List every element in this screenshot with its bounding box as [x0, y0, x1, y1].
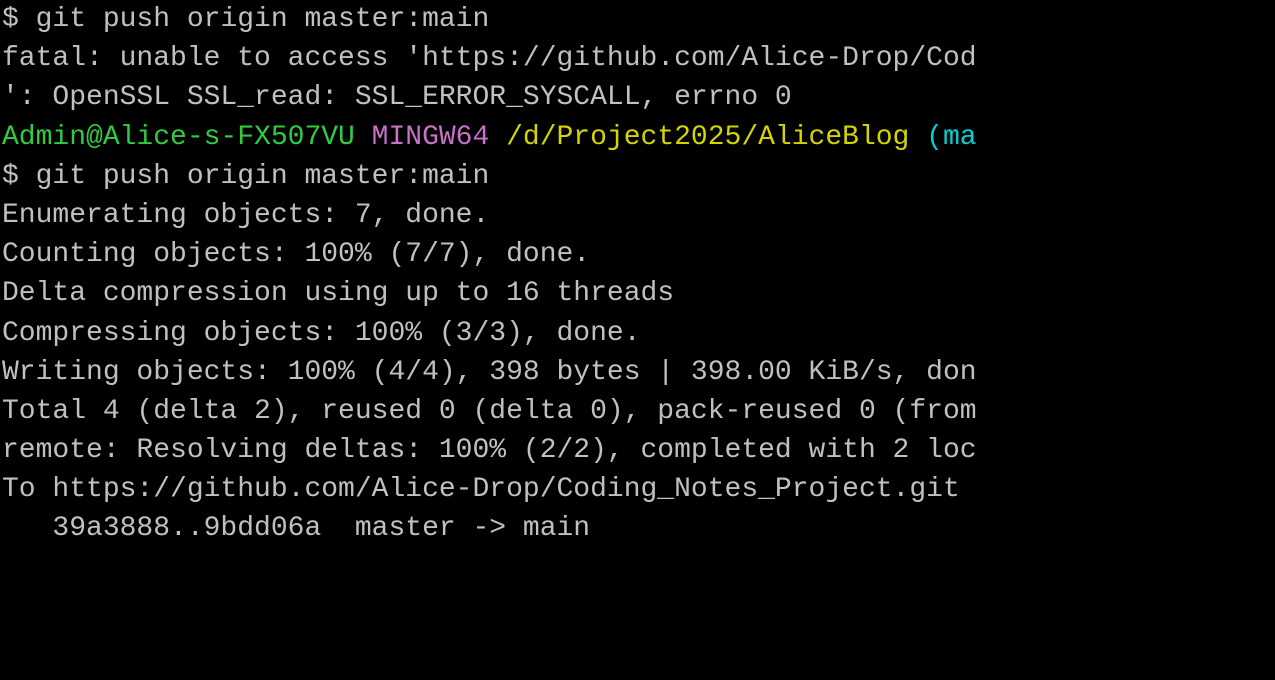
output-enumerating: Enumerating objects: 7, done.	[2, 196, 1273, 235]
command-line-2: $ git push origin master:main	[2, 157, 1273, 196]
prompt-line: Admin@Alice-s-FX507VU MINGW64 /d/Project…	[2, 118, 1273, 157]
terminal-window[interactable]: $ git push origin master:main fatal: una…	[0, 0, 1275, 549]
output-refs: 39a3888..9bdd06a master -> main	[2, 509, 1273, 548]
git-command-text: git push origin master:main	[36, 4, 490, 35]
output-compressing: Compressing objects: 100% (3/3), done.	[2, 314, 1273, 353]
mingw-text: MINGW64	[372, 122, 506, 153]
output-writing: Writing objects: 100% (4/4), 398 bytes |…	[2, 353, 1273, 392]
prompt-symbol: $	[2, 4, 36, 35]
command-line-1: $ git push origin master:main	[2, 0, 1273, 39]
branch-text: (ma	[926, 122, 976, 153]
output-to-url: To https://github.com/Alice-Drop/Coding_…	[2, 470, 1273, 509]
prompt-symbol-2: $	[2, 161, 36, 192]
fatal-error-line: fatal: unable to access 'https://github.…	[2, 39, 1273, 78]
output-delta-compression: Delta compression using up to 16 threads	[2, 274, 1273, 313]
output-total: Total 4 (delta 2), reused 0 (delta 0), p…	[2, 392, 1273, 431]
user-host-text: Admin@Alice-s-FX507VU	[2, 122, 372, 153]
git-command-text-2: git push origin master:main	[36, 161, 490, 192]
ssl-error-line: ': OpenSSL SSL_read: SSL_ERROR_SYSCALL, …	[2, 78, 1273, 117]
path-text: /d/Project2025/AliceBlog	[506, 122, 926, 153]
output-remote: remote: Resolving deltas: 100% (2/2), co…	[2, 431, 1273, 470]
output-counting: Counting objects: 100% (7/7), done.	[2, 235, 1273, 274]
